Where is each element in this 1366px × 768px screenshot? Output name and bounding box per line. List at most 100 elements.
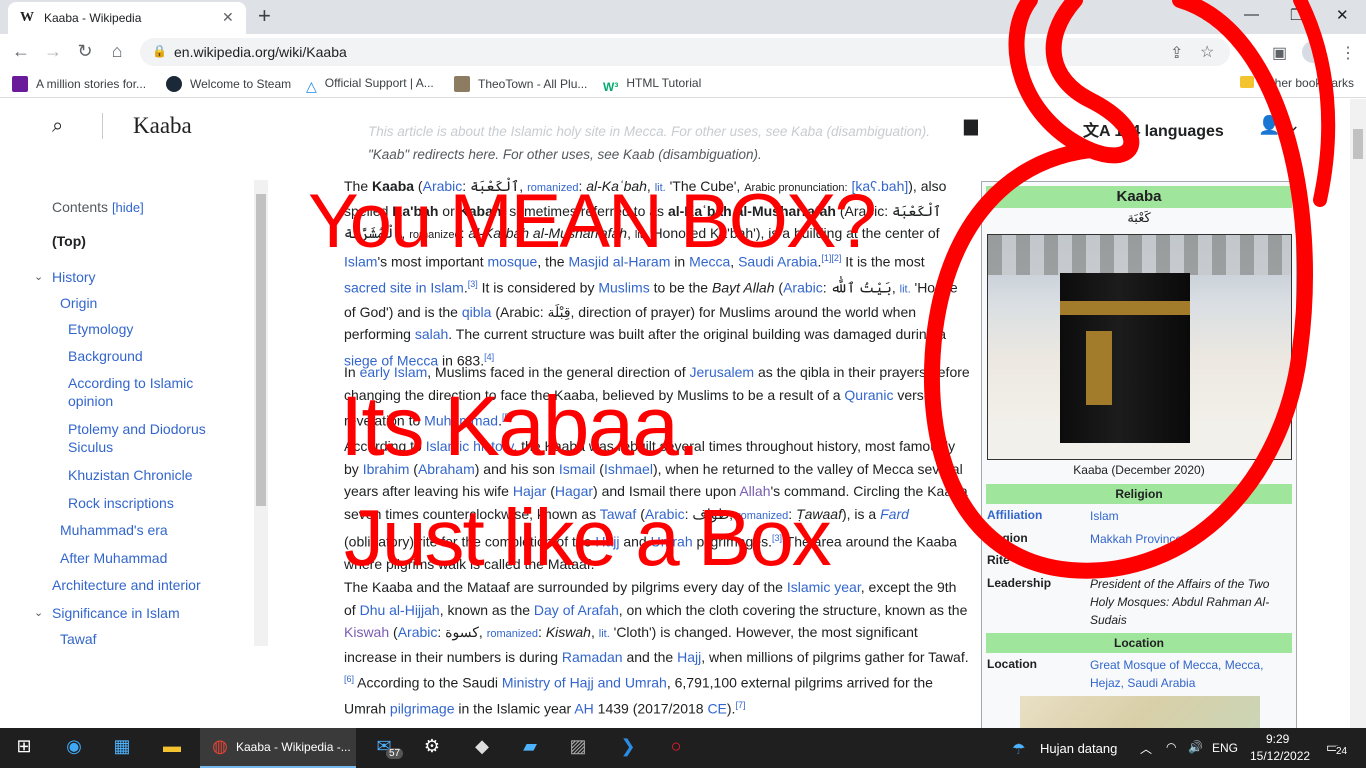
url-text[interactable]: en.wikipedia.org/wiki/Kaaba xyxy=(174,44,347,60)
taskbar-chrome-window[interactable]: ◍ Kaaba - Wikipedia -... xyxy=(200,728,356,768)
link[interactable]: Mecca xyxy=(689,253,730,269)
back-button[interactable]: ← xyxy=(10,41,32,62)
link[interactable]: AH xyxy=(574,701,593,717)
wifi-icon[interactable]: ◠ xyxy=(1166,740,1176,754)
store-icon[interactable]: ▦ xyxy=(106,736,138,760)
link[interactable]: Kiswah xyxy=(344,624,389,640)
clock-date[interactable]: 15/12/2022 xyxy=(1250,749,1310,763)
link[interactable]: Islamic year xyxy=(787,579,861,595)
toc-item-top[interactable]: (Top) xyxy=(52,232,86,250)
tab-search-icon[interactable]: ⌄ xyxy=(1198,6,1211,24)
toc-item[interactable]: Khuzistan Chronicle xyxy=(68,466,193,484)
close-window-button[interactable]: ✕ xyxy=(1336,6,1349,24)
link[interactable]: Ibrahim xyxy=(363,461,410,477)
toc-item[interactable]: Origin xyxy=(60,294,97,312)
link[interactable]: Abraham xyxy=(418,461,475,477)
link[interactable]: Hajj xyxy=(595,534,619,550)
forward-button[interactable]: → xyxy=(42,41,64,62)
tray-overflow-icon[interactable]: ︿ xyxy=(1140,740,1152,757)
toc-item[interactable]: Muhammad's era xyxy=(60,521,168,539)
link[interactable]: Quranic xyxy=(844,387,893,403)
link[interactable]: Saudi Arabia xyxy=(738,253,817,269)
link[interactable]: Ramadan xyxy=(562,649,623,665)
search-icon[interactable]: ⌕ xyxy=(52,115,63,138)
link[interactable]: Muhammad xyxy=(424,413,498,429)
close-tab-icon[interactable]: ✕ xyxy=(222,9,234,26)
link[interactable]: Islamic history xyxy=(426,438,514,454)
toc-item[interactable]: According to Islamic opinion xyxy=(68,374,218,410)
chevron-down-icon[interactable]: ⌄ xyxy=(34,270,43,283)
user-menu-icon[interactable]: 👤 ⌄ xyxy=(1258,115,1301,136)
region-value[interactable]: Makkah Province xyxy=(1090,530,1290,548)
start-windows-icon[interactable]: ⊞ xyxy=(8,736,40,760)
kaaba-photo[interactable] xyxy=(987,234,1292,460)
link[interactable]: Muslims xyxy=(598,279,649,295)
toc-hide-link[interactable]: [hide] xyxy=(112,200,144,215)
toc-item[interactable]: Etymology xyxy=(68,320,133,338)
bookmark-steam[interactable]: Welcome to Steam xyxy=(166,76,291,92)
weather-icon[interactable]: ☂ xyxy=(1012,740,1025,758)
link[interactable]: Islam xyxy=(344,253,377,269)
page-scrollbar[interactable] xyxy=(1350,99,1366,728)
watch-star-icon[interactable]: ☆ xyxy=(1045,113,1063,138)
toc-item[interactable]: History xyxy=(52,268,96,286)
reload-button[interactable]: ↻ xyxy=(74,41,96,62)
edge-icon[interactable]: ◉ xyxy=(58,736,90,760)
share-icon[interactable]: ⇪ xyxy=(1170,43,1183,63)
file-explorer-icon[interactable]: ▬ xyxy=(156,736,188,760)
toc-scrollbar[interactable] xyxy=(254,180,268,646)
roblox-icon[interactable]: ◆ xyxy=(466,736,498,760)
link[interactable]: Arabic xyxy=(398,624,438,640)
steam-taskbar-icon[interactable]: ⚙ xyxy=(416,736,448,760)
bookmark-official-support[interactable]: △ Official Support | A... xyxy=(306,76,434,94)
link[interactable]: lit. xyxy=(655,182,666,194)
page-scrollbar-thumb[interactable] xyxy=(1353,129,1363,159)
link[interactable]: Umrah xyxy=(651,534,693,550)
link[interactable]: Day of Arafah xyxy=(534,602,619,618)
link[interactable]: Hajj xyxy=(677,649,701,665)
toc-item[interactable]: Architecture and interior xyxy=(52,576,201,594)
browser-tab[interactable]: W Kaaba - Wikipedia ✕ xyxy=(8,2,246,34)
bookmark-star-icon[interactable]: ☆ xyxy=(1200,42,1214,62)
link[interactable]: salah xyxy=(415,326,448,342)
link[interactable]: Ismail xyxy=(559,461,596,477)
link[interactable]: early Islam xyxy=(360,364,428,380)
link[interactable]: Fard xyxy=(880,506,909,522)
link[interactable]: qibla xyxy=(462,304,492,320)
link[interactable]: Dhu al-Hijjah xyxy=(360,602,440,618)
lock-icon[interactable]: 🔒 xyxy=(152,44,167,58)
bookmark-theotown[interactable]: TheoTown - All Plu... xyxy=(454,76,587,92)
opera-icon[interactable]: ○ xyxy=(660,736,692,760)
other-bookmarks[interactable]: Other bookmarks xyxy=(1240,76,1354,90)
link[interactable]: [kaʕ.bah] xyxy=(851,178,908,194)
link[interactable]: Ministry of Hajj and Umrah xyxy=(502,675,667,691)
toc-item[interactable]: After Muhammad xyxy=(60,549,167,567)
toc-item[interactable]: Significance in Islam xyxy=(52,604,180,622)
new-tab-button[interactable]: + xyxy=(258,3,271,29)
volume-icon[interactable]: 🔊 xyxy=(1188,740,1203,754)
minimize-button[interactable]: — xyxy=(1244,6,1259,23)
link[interactable]: sacred site in Islam xyxy=(344,279,464,295)
link[interactable]: CE xyxy=(707,701,726,717)
location-value[interactable]: Great Mosque of Mecca, Mecca, Hejaz, Sau… xyxy=(1090,656,1290,692)
toc-item[interactable]: Background xyxy=(68,347,143,365)
link[interactable]: Allah xyxy=(739,483,770,499)
home-button[interactable]: ⌂ xyxy=(106,41,128,62)
extensions-icon[interactable]: ✱ xyxy=(1240,43,1253,63)
link[interactable]: mosque xyxy=(488,253,538,269)
link[interactable]: Tawaf xyxy=(600,506,637,522)
app-icon[interactable]: ▰ xyxy=(514,736,546,760)
chevron-down-icon[interactable]: ⌄ xyxy=(34,606,43,619)
menu-icon[interactable]: ⋮ xyxy=(1340,43,1356,63)
link[interactable]: Arabic xyxy=(423,178,463,194)
weather-text[interactable]: Hujan datang xyxy=(1040,741,1117,756)
side-panel-icon[interactable]: ▣ xyxy=(1272,43,1287,63)
toc-item[interactable]: Rock inscriptions xyxy=(68,494,174,512)
toc-item[interactable]: Tawaf xyxy=(60,630,97,648)
language-indicator[interactable]: ENG xyxy=(1212,741,1238,755)
vscode-icon[interactable]: ❯ xyxy=(612,736,644,760)
bookmark-wattpad[interactable]: A million stories for... xyxy=(12,76,146,92)
affiliation-value[interactable]: Islam xyxy=(1090,507,1290,525)
affiliation-label[interactable]: Affiliation xyxy=(987,508,1042,522)
bookmark-html-tutorial[interactable]: W³ HTML Tutorial xyxy=(603,76,701,96)
